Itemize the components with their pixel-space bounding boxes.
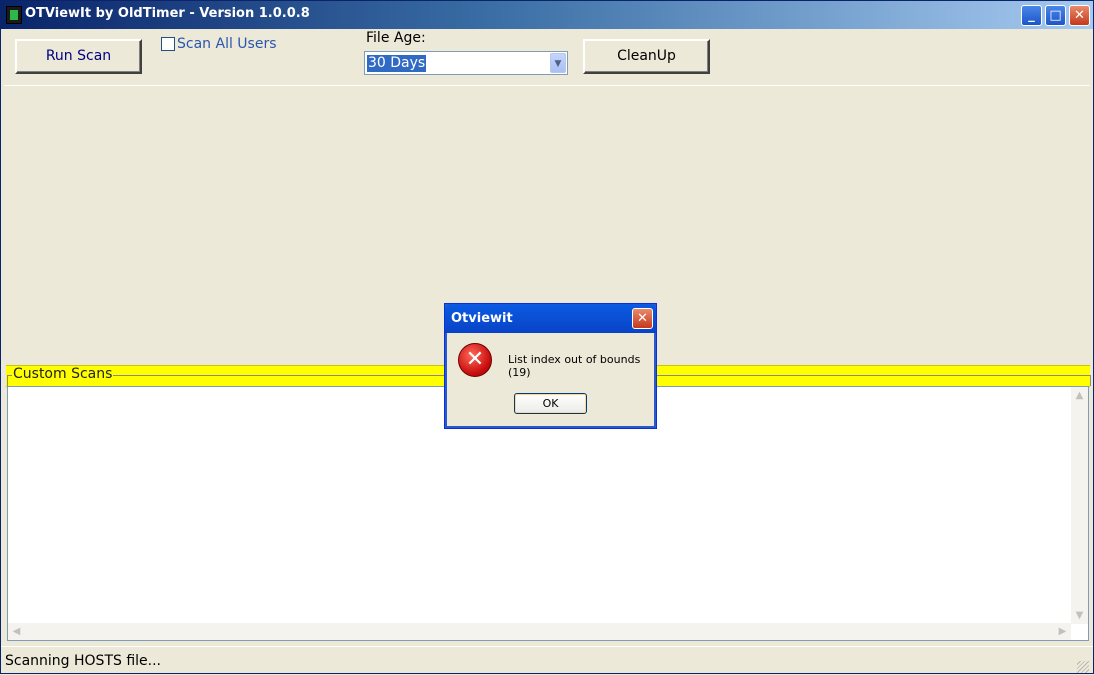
minimize-button[interactable]: _ <box>1021 5 1042 26</box>
custom-scans-label: Custom Scans <box>12 366 114 382</box>
error-icon: ✕ <box>458 343 492 377</box>
title-bar[interactable]: OTViewIt by OldTimer - Version 1.0.0.8 _… <box>1 1 1093 29</box>
dialog-title: Otviewit <box>451 311 513 326</box>
scroll-up-icon[interactable]: ▲ <box>1072 388 1087 403</box>
horizontal-scrollbar[interactable]: ◀ ▶ <box>8 623 1071 640</box>
error-dialog: Otviewit ✕ ✕ List index out of bounds (1… <box>444 303 657 429</box>
vertical-scrollbar[interactable]: ▲ ▼ <box>1071 387 1088 624</box>
scroll-down-icon[interactable]: ▼ <box>1072 608 1087 623</box>
ok-button[interactable]: OK <box>514 393 587 414</box>
toolbar: Run Scan Scan All Users File Age: 30 Day… <box>4 29 1090 86</box>
close-button[interactable]: ✕ <box>1069 5 1090 26</box>
scroll-right-icon[interactable]: ▶ <box>1055 624 1070 639</box>
window-title: OTViewIt by OldTimer - Version 1.0.0.8 <box>25 6 310 21</box>
chevron-down-icon[interactable]: ▼ <box>550 53 566 73</box>
file-age-select[interactable]: 30 Days ▼ <box>364 51 568 75</box>
dialog-message: List index out of bounds (19) <box>508 353 641 379</box>
app-icon <box>6 6 22 24</box>
maximize-button[interactable]: □ <box>1045 5 1066 26</box>
scan-all-users-checkbox[interactable] <box>161 37 175 51</box>
status-bar: Scanning HOSTS file... <box>1 646 1093 675</box>
cleanup-button[interactable]: CleanUp <box>583 39 710 74</box>
file-age-value: 30 Days <box>367 55 427 72</box>
dialog-title-bar[interactable]: Otviewit ✕ <box>445 304 656 333</box>
resize-grip-icon[interactable] <box>1077 661 1089 673</box>
status-text: Scanning HOSTS file... <box>5 653 162 669</box>
scroll-left-icon[interactable]: ◀ <box>9 624 24 639</box>
run-scan-button[interactable]: Run Scan <box>15 39 142 74</box>
scan-all-users-label[interactable]: Scan All Users <box>177 36 277 52</box>
file-age-label: File Age: <box>366 30 426 46</box>
dialog-close-button[interactable]: ✕ <box>632 308 653 329</box>
